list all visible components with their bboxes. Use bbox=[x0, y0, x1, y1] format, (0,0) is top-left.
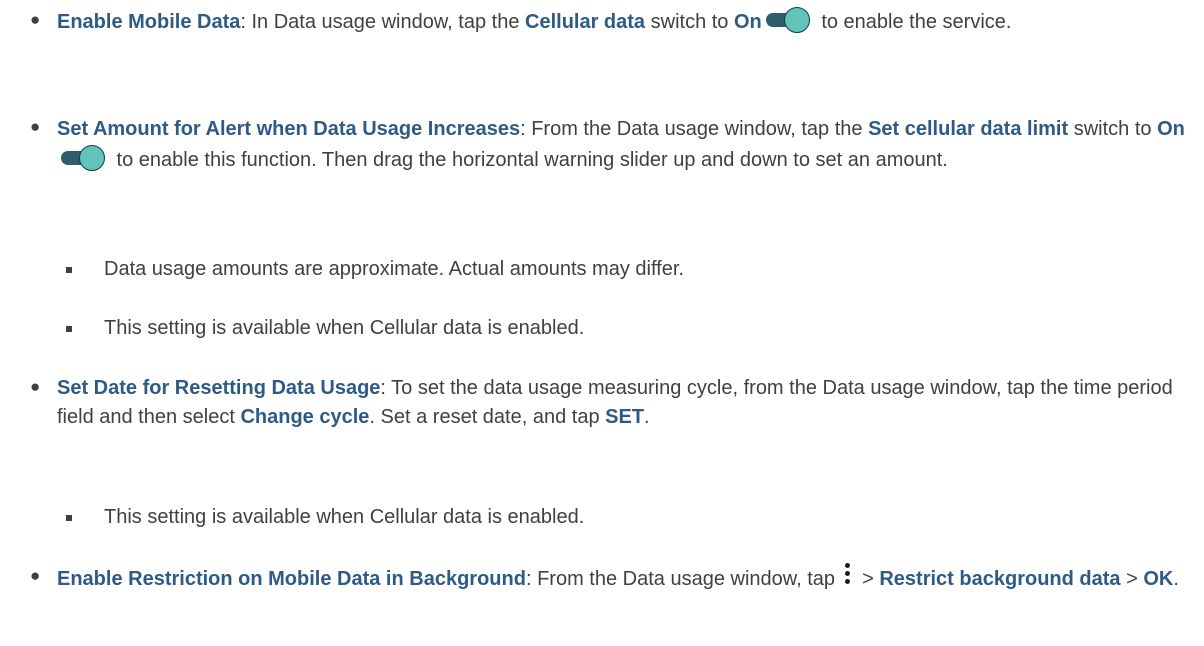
square-bullet bbox=[66, 326, 72, 332]
bullet-dot: ● bbox=[30, 377, 41, 396]
bullet-dot: ● bbox=[30, 10, 41, 29]
list-item-text: Enable Restriction on Mobile Data in Bac… bbox=[57, 563, 1192, 594]
more-vert-icon bbox=[844, 563, 851, 587]
item-title: Set Date for Resetting Data Usage bbox=[57, 377, 381, 399]
toggle-on-icon bbox=[765, 7, 812, 33]
bullet-dot: ● bbox=[30, 566, 41, 585]
square-bullet bbox=[66, 267, 72, 273]
sub-item-text: Data usage amounts are approximate. Actu… bbox=[104, 258, 684, 280]
toggle-on-icon bbox=[61, 145, 107, 171]
list-item-text: Set Date for Resetting Data Usage: To se… bbox=[57, 377, 1173, 428]
list-item-text: Enable Mobile Data: In Data usage window… bbox=[57, 7, 1192, 37]
item-title: Enable Mobile Data bbox=[57, 11, 241, 33]
sub-item-text: This setting is available when Cellular … bbox=[104, 506, 585, 528]
sub-item-text: This setting is available when Cellular … bbox=[104, 317, 585, 339]
square-bullet bbox=[66, 515, 72, 521]
bullet-dot: ● bbox=[30, 117, 41, 136]
item-title: Set Amount for Alert when Data Usage Inc… bbox=[57, 118, 521, 140]
list-item-text: Set Amount for Alert when Data Usage Inc… bbox=[57, 118, 1185, 171]
item-title: Enable Restriction on Mobile Data in Bac… bbox=[57, 568, 526, 590]
